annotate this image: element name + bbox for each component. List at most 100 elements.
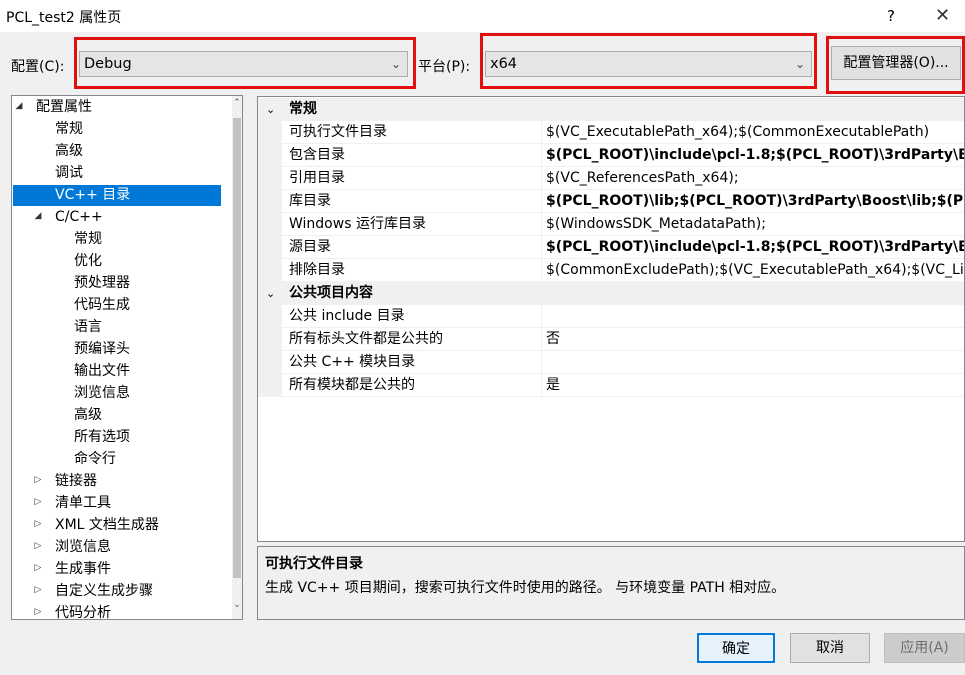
scroll-down-icon[interactable]: ⌄: [232, 600, 242, 610]
chevron-down-icon[interactable]: ⌄: [266, 282, 275, 305]
window-title: PCL_test2 属性页: [6, 10, 122, 26]
property-value[interactable]: $(VC_ExecutablePath_x64);$(CommonExecuta…: [546, 121, 964, 144]
description-title: 可执行文件目录: [265, 556, 363, 572]
grid-row[interactable]: 可执行文件目录 $(VC_ExecutablePath_x64);$(Common…: [258, 121, 964, 144]
property-name: 可执行文件目录: [289, 121, 542, 144]
expand-closed-icon[interactable]: ▷: [32, 563, 44, 573]
grid-row-gutter: [258, 305, 282, 328]
tree-item[interactable]: 自定义生成步骤: [55, 581, 153, 602]
property-grid: ⌄ 常规可执行文件目录 $(VC_ExecutablePath_x64);$(Com…: [257, 96, 965, 542]
property-name: 排除目录: [289, 259, 542, 282]
expand-closed-icon[interactable]: ▷: [32, 607, 44, 617]
tree-scrollbar[interactable]: ⌃ ⌄: [232, 96, 242, 619]
grid-category[interactable]: ⌄ 公共项目内容: [258, 282, 964, 305]
description-pane: 可执行文件目录 生成 VC++ 项目期间，搜索可执行文件时使用的路径。 与环境变…: [257, 546, 965, 620]
expand-closed-icon[interactable]: ▷: [32, 585, 44, 595]
grid-row[interactable]: 库目录 $(PCL_ROOT)\lib;$(PCL_ROOT)\3rdParty\…: [258, 190, 964, 213]
grid-row-gutter: [258, 351, 282, 374]
grid-row-gutter: [258, 374, 282, 397]
close-icon[interactable]: ✕: [920, 0, 965, 32]
tree-item[interactable]: XML 文档生成器: [55, 515, 159, 536]
tree-item[interactable]: 调试: [55, 163, 83, 184]
tree-item[interactable]: VC++ 目录: [13, 185, 221, 206]
platform-dropdown[interactable]: x64 ⌄: [485, 51, 812, 77]
property-value[interactable]: $(CommonExcludePath);$(VC_ExecutablePath…: [546, 259, 964, 282]
grid-row-gutter: [258, 121, 282, 144]
platform-label: 平台(P):: [418, 59, 471, 75]
expand-closed-icon[interactable]: ▷: [32, 497, 44, 507]
chevron-down-icon[interactable]: ⌄: [266, 98, 275, 121]
property-tree: ◢ 配置属性 常规 高级 调试 VC++ 目录 ◢ C/C++ 常规 优化 预处理器 代码生成 语言 预编…: [11, 95, 243, 620]
tree-item[interactable]: 输出文件: [74, 361, 130, 382]
expand-closed-icon[interactable]: ▷: [32, 541, 44, 551]
tree-item[interactable]: 高级: [55, 141, 83, 162]
property-name: 引用目录: [289, 167, 542, 190]
expand-open-icon[interactable]: ◢: [32, 211, 44, 221]
tree-item[interactable]: 链接器: [55, 471, 97, 492]
grid-row[interactable]: 排除目录 $(CommonExcludePath);$(VC_Executable…: [258, 259, 964, 282]
tree-item[interactable]: 语言: [74, 317, 102, 338]
grid-row-gutter: [258, 213, 282, 236]
tree-item[interactable]: C/C++: [55, 207, 103, 228]
scroll-up-icon[interactable]: ⌃: [232, 98, 242, 108]
tree-item[interactable]: 命令行: [74, 449, 116, 470]
grid-row[interactable]: 公共 include 目录: [258, 305, 964, 328]
grid-category-name: 公共项目内容: [289, 285, 373, 301]
tree-item[interactable]: 预编译头: [74, 339, 130, 360]
expand-open-icon[interactable]: ◢: [13, 101, 25, 111]
apply-button[interactable]: 应用(A): [884, 633, 965, 663]
grid-row[interactable]: 源目录 $(PCL_ROOT)\include\pcl-1.8;$(PCL_ROO…: [258, 236, 964, 259]
tree-item[interactable]: 浏览信息: [74, 383, 130, 404]
help-button[interactable]: ?: [879, 4, 903, 28]
config-dropdown[interactable]: Debug ⌄: [79, 51, 408, 77]
tree-item[interactable]: 所有选项: [74, 427, 130, 448]
grid-row-gutter: [258, 144, 282, 167]
grid-row[interactable]: 所有模块都是公共的是: [258, 374, 964, 397]
tree-item[interactable]: 生成事件: [55, 559, 111, 580]
grid-row-gutter: [258, 167, 282, 190]
property-name: 所有模块都是公共的: [289, 374, 542, 397]
grid-category[interactable]: ⌄ 常规: [258, 98, 964, 121]
config-manager-button[interactable]: 配置管理器(O)...: [831, 46, 961, 80]
tree-item[interactable]: 代码分析: [55, 603, 111, 619]
tree-item[interactable]: 配置属性: [36, 97, 92, 118]
property-value[interactable]: $(VC_ReferencesPath_x64);: [546, 167, 964, 190]
property-name: 所有标头文件都是公共的: [289, 328, 542, 351]
grid-category-name: 常规: [289, 101, 317, 117]
grid-row[interactable]: 公共 C++ 模块目录: [258, 351, 964, 374]
grid-row[interactable]: 所有标头文件都是公共的否: [258, 328, 964, 351]
title-bar: PCL_test2 属性页 ? ✕: [0, 0, 965, 32]
tree-item[interactable]: 高级: [74, 405, 102, 426]
tree-item[interactable]: 常规: [74, 229, 102, 250]
grid-row-gutter: [258, 190, 282, 213]
chevron-down-icon: ⌄: [390, 57, 401, 71]
property-value[interactable]: $(PCL_ROOT)\lib;$(PCL_ROOT)\3rdParty\Boo…: [546, 190, 964, 213]
property-name: 库目录: [289, 190, 542, 213]
property-value[interactable]: $(PCL_ROOT)\include\pcl-1.8;$(PCL_ROOT)\…: [546, 236, 964, 259]
grid-row-gutter: [258, 328, 282, 351]
tree-item[interactable]: 浏览信息: [55, 537, 111, 558]
expand-closed-icon[interactable]: ▷: [32, 519, 44, 529]
property-name: 公共 C++ 模块目录: [289, 351, 542, 374]
grid-row[interactable]: 包含目录 $(PCL_ROOT)\include\pcl-1.8;$(PCL_RO…: [258, 144, 964, 167]
property-value[interactable]: $(WindowsSDK_MetadataPath);: [546, 213, 964, 236]
ok-button[interactable]: 确定: [697, 633, 775, 663]
config-label: 配置(C):: [11, 59, 65, 75]
cancel-button[interactable]: 取消: [790, 633, 870, 663]
property-value[interactable]: $(PCL_ROOT)\include\pcl-1.8;$(PCL_ROOT)\…: [546, 144, 964, 167]
grid-row[interactable]: Windows 运行库目录 $(WindowsSDK_MetadataPath);: [258, 213, 964, 236]
property-value[interactable]: 是: [546, 374, 964, 397]
tree-item[interactable]: 代码生成: [74, 295, 130, 316]
property-value[interactable]: 否: [546, 328, 964, 351]
tree-item[interactable]: 常规: [55, 119, 83, 140]
tree-item[interactable]: 清单工具: [55, 493, 111, 514]
tree-item[interactable]: 预处理器: [74, 273, 130, 294]
tree-item[interactable]: 优化: [74, 251, 102, 272]
property-name: 源目录: [289, 236, 542, 259]
chevron-down-icon: ⌄: [794, 57, 805, 71]
grid-row[interactable]: 引用目录 $(VC_ReferencesPath_x64);: [258, 167, 964, 190]
property-name: Windows 运行库目录: [289, 213, 542, 236]
property-name: 包含目录: [289, 144, 542, 167]
tree-scrollbar-thumb[interactable]: [233, 118, 241, 578]
expand-closed-icon[interactable]: ▷: [32, 475, 44, 485]
